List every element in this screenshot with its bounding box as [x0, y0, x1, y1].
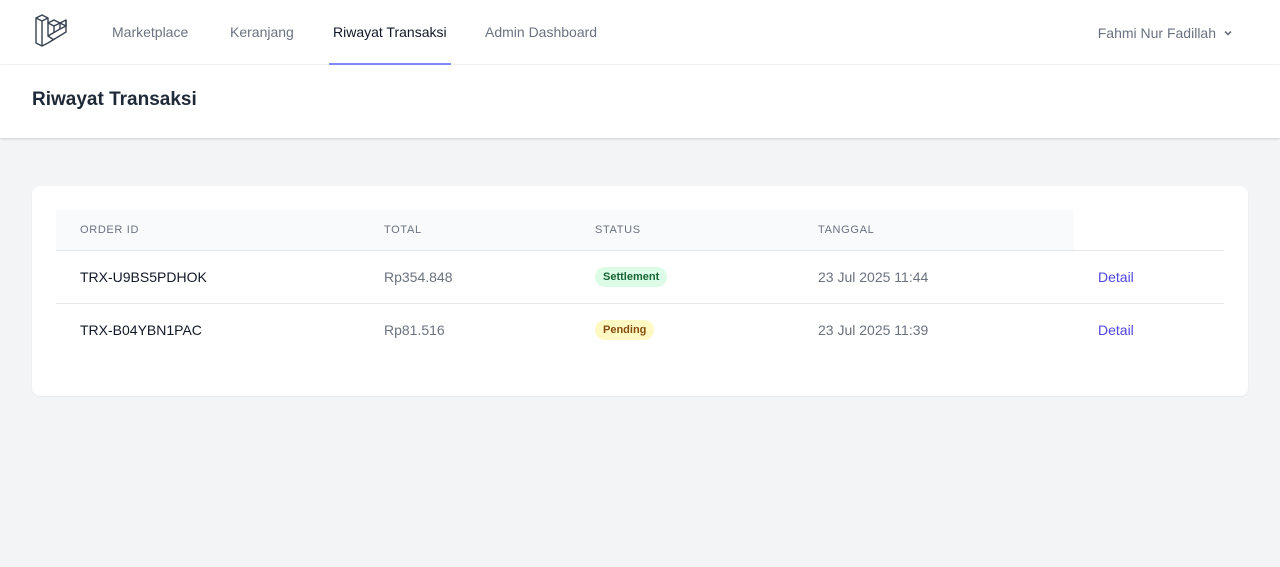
total-cell: Rp81.516 — [384, 322, 445, 338]
page-title: Riwayat Transaksi — [32, 89, 197, 110]
column-header-tanggal: TANGGAL — [818, 224, 875, 236]
status-cell: Pending — [595, 304, 655, 356]
page-header: Riwayat Transaksi — [0, 65, 1280, 138]
date-cell: 23 Jul 2025 11:44 — [818, 269, 929, 285]
nav-link-admin-dashboard[interactable]: Admin Dashboard — [481, 0, 601, 65]
action-cell: Detail — [1098, 251, 1134, 303]
table-row: TRX-U9BS5PDHOK Rp354.848 Settlement 23 J… — [56, 251, 1224, 304]
transactions-card: ORDER ID TOTAL STATUS TANGGAL TRX-U9BS5P… — [32, 186, 1248, 396]
status-cell: Settlement — [595, 251, 668, 303]
nav-link-marketplace[interactable]: Marketplace — [108, 0, 192, 65]
table-row: TRX-B04YBN1PAC Rp81.516 Pending 23 Jul 2… — [56, 304, 1224, 357]
status-badge: Settlement — [595, 267, 668, 287]
column-header-status: STATUS — [595, 224, 641, 236]
table-header: ORDER ID TOTAL STATUS TANGGAL — [56, 210, 1074, 251]
order-id-cell: TRX-U9BS5PDHOK — [80, 269, 207, 285]
user-name: Fahmi Nur Fadillah — [1097, 24, 1216, 41]
top-navbar: Marketplace Keranjang Riwayat Transaksi … — [0, 0, 1280, 65]
action-cell: Detail — [1098, 304, 1134, 356]
transactions-table: ORDER ID TOTAL STATUS TANGGAL TRX-U9BS5P… — [56, 210, 1224, 357]
date-cell: 23 Jul 2025 11:39 — [818, 322, 929, 338]
nav-link-riwayat-transaksi[interactable]: Riwayat Transaksi — [329, 0, 451, 65]
status-badge: Pending — [595, 320, 655, 340]
detail-link[interactable]: Detail — [1098, 269, 1134, 285]
column-header-order-id: ORDER ID — [80, 224, 140, 236]
total-cell: Rp354.848 — [384, 269, 453, 285]
column-header-total: TOTAL — [384, 224, 422, 236]
laravel-logo-icon[interactable] — [34, 14, 68, 50]
detail-link[interactable]: Detail — [1098, 322, 1134, 338]
chevron-down-icon — [1224, 30, 1232, 36]
order-id-cell: TRX-B04YBN1PAC — [80, 322, 202, 338]
user-menu-dropdown[interactable]: Fahmi Nur Fadillah — [1098, 0, 1234, 65]
nav-link-keranjang[interactable]: Keranjang — [226, 0, 298, 65]
